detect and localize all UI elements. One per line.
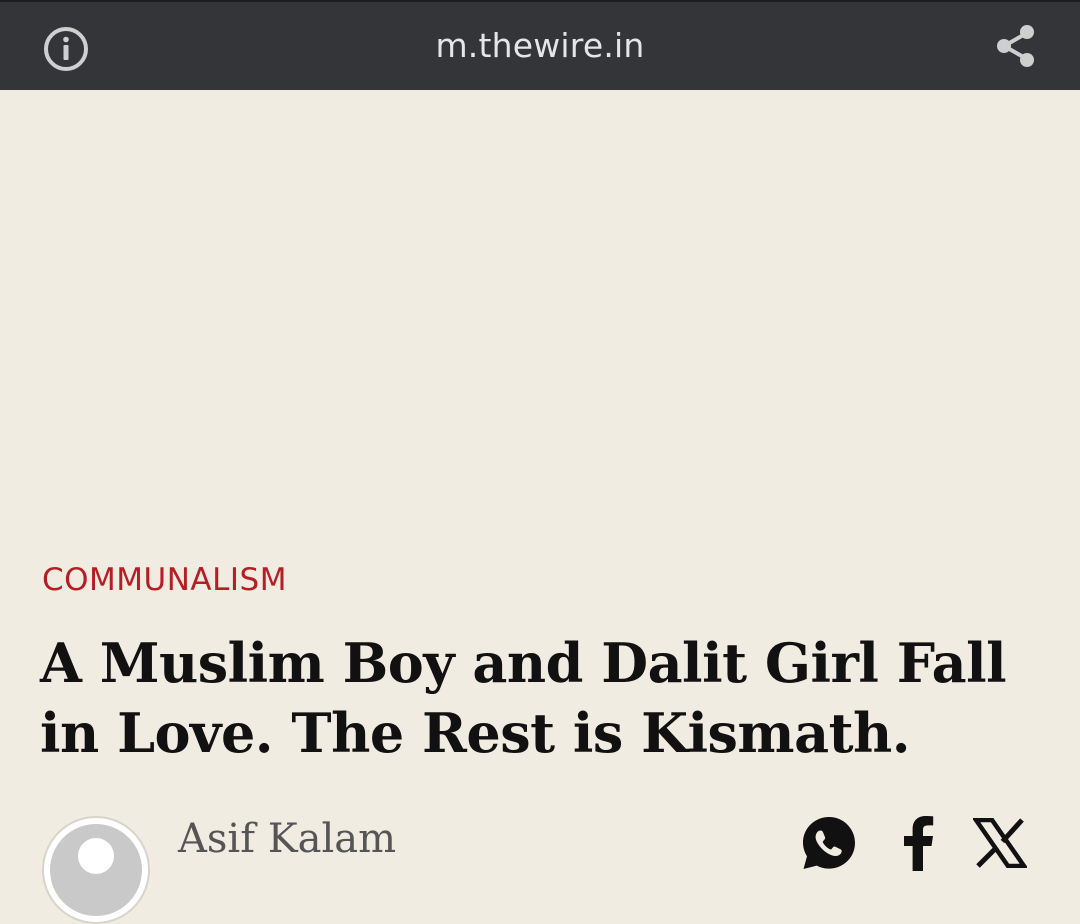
x-icon	[973, 818, 1027, 868]
article-headline: A Muslim Boy and Dalit Girl Fall in Love…	[40, 631, 1007, 765]
browser-toolbar: m.thewire.in	[0, 0, 1080, 90]
url-display[interactable]: m.thewire.in	[0, 2, 1080, 90]
whatsapp-share-button[interactable]	[798, 812, 860, 874]
facebook-share-button[interactable]	[890, 812, 944, 874]
x-share-button[interactable]	[970, 812, 1030, 874]
author-name[interactable]: Asif Kalam	[178, 814, 396, 864]
avatar-placeholder-icon	[50, 824, 142, 916]
hero-image-area	[0, 90, 1080, 540]
author-avatar[interactable]	[42, 816, 150, 924]
share-icon	[997, 25, 1034, 67]
category-label[interactable]: COMMUNALISM	[42, 560, 287, 600]
whatsapp-icon	[803, 817, 855, 869]
share-button[interactable]	[988, 18, 1044, 74]
facebook-icon	[904, 816, 934, 871]
